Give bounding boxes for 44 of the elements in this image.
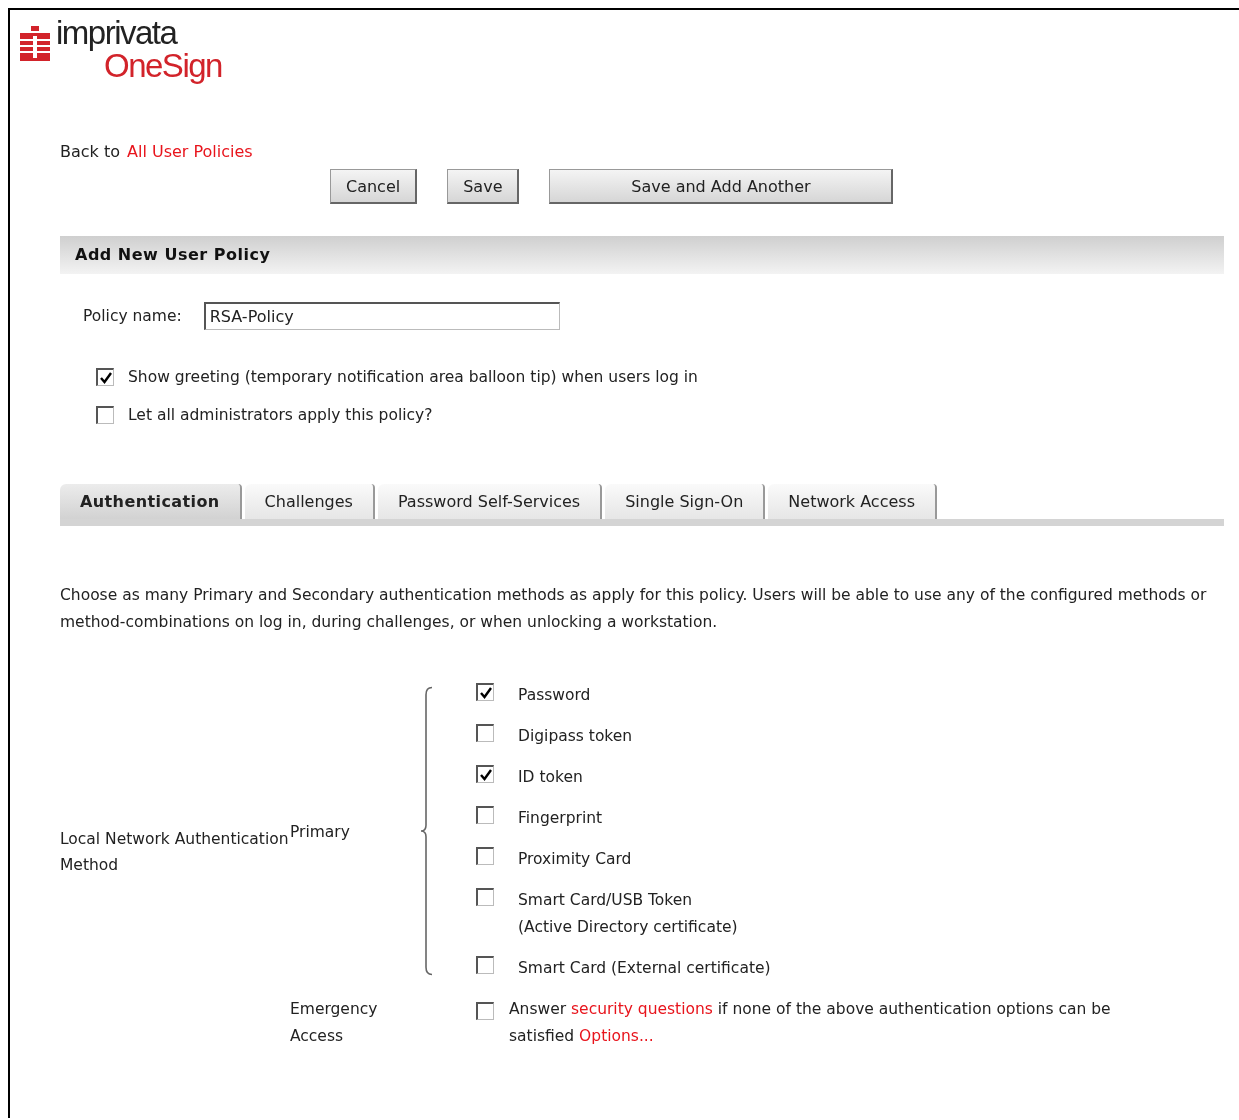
text-link[interactable]: Options... <box>579 1027 654 1045</box>
brand-name: imprivata <box>56 16 179 49</box>
section-header: Add New User Policy <box>60 236 1224 274</box>
method-label: ID token <box>518 767 583 788</box>
primary-label: Primary <box>290 823 350 841</box>
checkbox[interactable] <box>476 765 494 783</box>
checkbox[interactable] <box>96 406 114 424</box>
intro-text: Choose as many Primary and Secondary authentication methods as apply for this policy. Users will be able to use any of the configured methods or method-combinations on log in, during challenges, or when unlocking a workstation. <box>60 585 1208 633</box>
brace-icon <box>420 686 434 976</box>
action-button[interactable]: Save and Add Another <box>549 169 894 204</box>
checkbox[interactable] <box>476 806 494 824</box>
tab[interactable]: Authentication <box>60 484 242 519</box>
checkbox[interactable] <box>476 888 494 906</box>
method-label: Smart Card (External certificate) <box>518 958 771 979</box>
checkbox[interactable] <box>476 956 494 974</box>
policy-name-field[interactable]: RSA-Policy <box>203 302 560 330</box>
back-label: Back to <box>60 142 120 161</box>
method-label: Proximity Card <box>518 849 632 870</box>
method-label: Smart Card/USB Token <box>518 890 694 911</box>
tab[interactable]: Password Self-Services <box>377 484 603 519</box>
option-label: Show greeting (temporary notification area balloon tip) when users log in <box>128 368 698 386</box>
tab[interactable]: Network Access <box>768 484 937 519</box>
checkbox[interactable] <box>476 724 494 742</box>
tab[interactable]: Challenges <box>244 484 375 519</box>
checkbox[interactable] <box>476 1002 494 1020</box>
method-note: (Active Directory certificate) <box>518 917 738 938</box>
emergency-label: Emergency Access <box>290 1000 378 1045</box>
option-label: Let all administrators apply this policy? <box>128 406 433 424</box>
policy-name-label: Policy name: <box>83 307 182 325</box>
method-label: Password <box>518 685 591 706</box>
text-link[interactable]: security questions <box>571 1000 713 1018</box>
checkbox[interactable] <box>96 368 114 386</box>
tab[interactable]: Single Sign-On <box>605 484 766 519</box>
group-label: Local Network Authentication Method <box>60 829 290 876</box>
product-name: OneSign <box>104 49 222 82</box>
action-button[interactable]: Save <box>447 169 520 204</box>
checkbox[interactable] <box>476 683 494 701</box>
logo-icon <box>20 26 50 62</box>
emergency-text: Answer security questions if none of the above authentication options can be satisfied Options... <box>509 999 1112 1047</box>
all-policies-link[interactable]: All User Policies <box>127 142 253 161</box>
method-label: Fingerprint <box>518 808 603 829</box>
action-button[interactable]: Cancel <box>330 169 418 204</box>
checkbox[interactable] <box>476 847 494 865</box>
method-label: Digipass token <box>518 726 633 747</box>
